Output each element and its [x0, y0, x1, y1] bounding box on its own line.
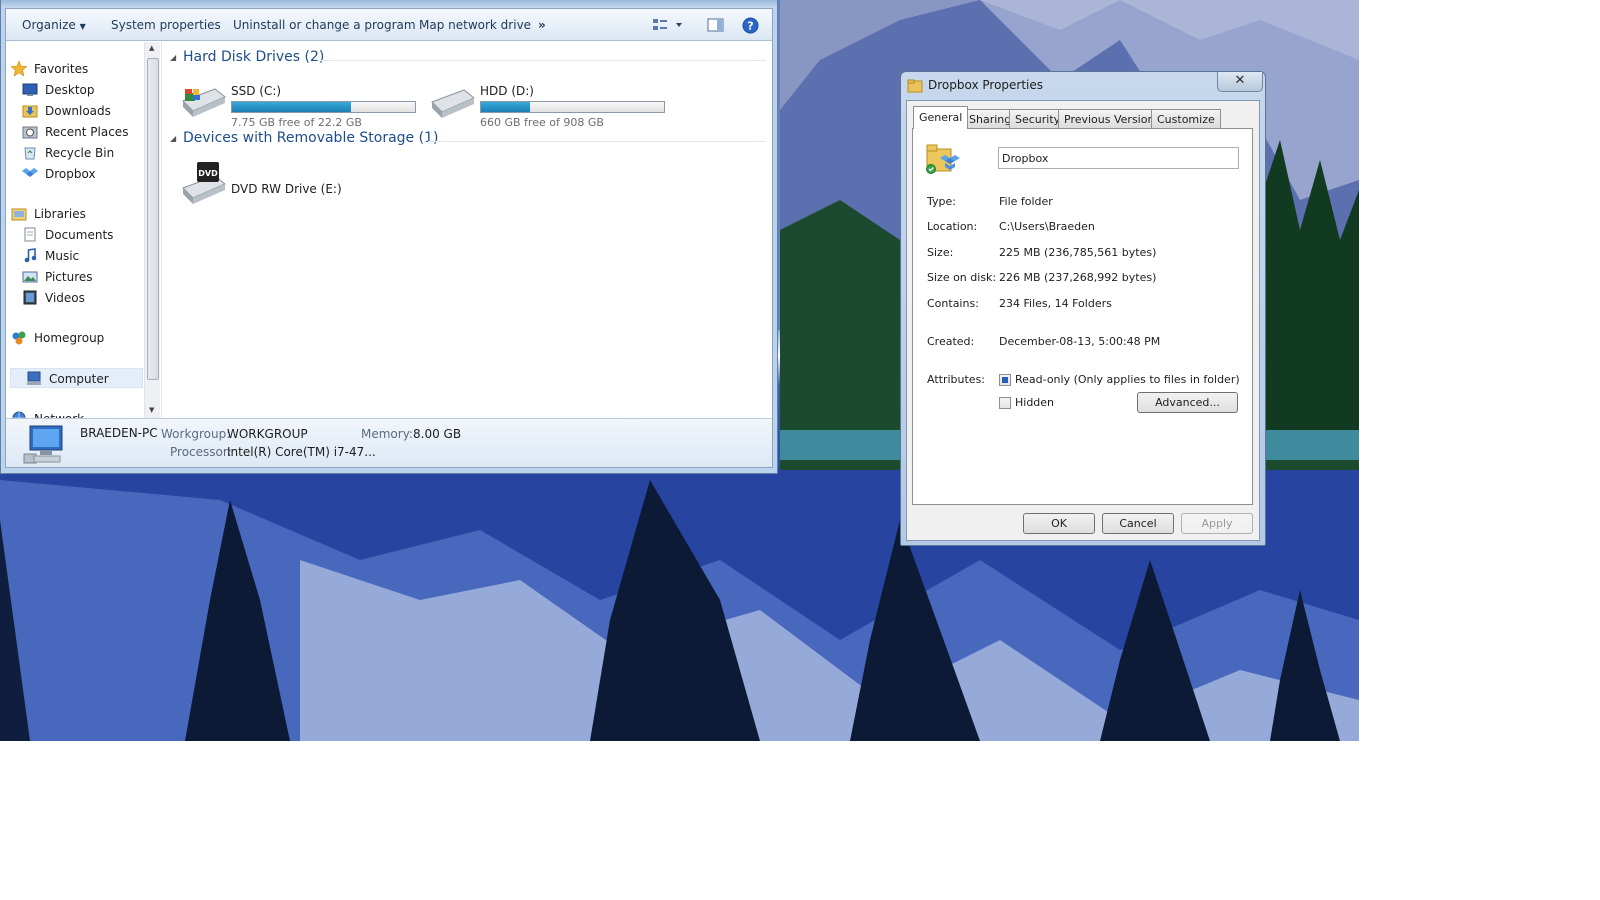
- removable-storage-header[interactable]: Devices with Removable Storage (1): [183, 130, 438, 146]
- apply-button[interactable]: Apply: [1181, 513, 1253, 534]
- size-label: Size:: [927, 246, 954, 259]
- pc-name: BRAEDEN-PC: [80, 426, 158, 440]
- dropbox-properties-dialog: Dropbox Properties ✕ General Sharing Sec…: [900, 71, 1266, 546]
- collapse-triangle-icon[interactable]: ◢: [170, 53, 176, 62]
- general-tab-panel: Type: File folder Location: C:\Users\Bra…: [912, 128, 1253, 505]
- created-value: December-08-13, 5:00:48 PM: [999, 335, 1161, 348]
- type-label: Type:: [927, 195, 956, 208]
- workgroup-value: WORKGROUP: [227, 427, 308, 441]
- group-divider: [428, 141, 766, 142]
- drive-d-free: 660 GB free of 908 GB: [480, 116, 604, 129]
- dropbox-icon: [22, 166, 38, 181]
- memory-label: Memory:: [361, 427, 413, 441]
- drive-d-name[interactable]: HDD (D:): [480, 84, 534, 98]
- computer-icon: [26, 371, 42, 386]
- scroll-up-arrow-icon[interactable]: ▲: [149, 44, 154, 52]
- music-icon: [22, 248, 38, 263]
- drive-c-name[interactable]: SSD (C:): [231, 84, 281, 98]
- tab-customize[interactable]: Customize: [1151, 109, 1221, 128]
- dvd-drive-name[interactable]: DVD RW Drive (E:): [231, 182, 342, 196]
- desktop-icon: [22, 82, 38, 97]
- advanced-button[interactable]: Advanced...: [1137, 392, 1238, 413]
- hard-drive-icon[interactable]: [428, 86, 476, 125]
- chevron-down-icon: ▼: [79, 22, 86, 31]
- tab-previous-versions[interactable]: Previous Versions: [1058, 109, 1167, 128]
- group-divider: [318, 60, 766, 61]
- memory-value: 8.00 GB: [413, 427, 462, 441]
- pictures-icon: [22, 269, 38, 284]
- separator: [927, 358, 1238, 359]
- scroll-down-arrow-icon[interactable]: ▼: [149, 406, 154, 414]
- processor-value: Intel(R) Core(TM) i7-47...: [227, 445, 376, 459]
- command-bar: Organize ▼ System properties Uninstall o…: [6, 9, 772, 41]
- contains-value: 234 Files, 14 Folders: [999, 297, 1112, 310]
- drive-c-usage-fill: [232, 102, 351, 112]
- hard-drive-icon[interactable]: [179, 79, 227, 126]
- hard-disk-drives-header[interactable]: Hard Disk Drives (2): [183, 49, 324, 65]
- star-icon: [10, 60, 28, 77]
- map-network-drive-button[interactable]: Map network drive: [419, 18, 531, 32]
- explorer-window: Organize ▼ System properties Uninstall o…: [0, 0, 778, 474]
- dropbox-folder-icon: [925, 141, 961, 178]
- downloads-folder-icon: [22, 103, 38, 118]
- created-label: Created:: [927, 335, 975, 348]
- dialog-title: Dropbox Properties: [928, 78, 1044, 92]
- uninstall-program-button[interactable]: Uninstall or change a program: [233, 18, 416, 32]
- dvd-drive-icon[interactable]: DVD: [179, 158, 227, 209]
- hidden-checkbox[interactable]: [999, 397, 1011, 409]
- size-value: 225 MB (236,785,561 bytes): [999, 246, 1157, 259]
- contains-label: Contains:: [927, 297, 979, 310]
- folder-icon: [907, 78, 923, 96]
- close-button[interactable]: ✕: [1217, 72, 1263, 92]
- homegroup-icon: [11, 330, 27, 345]
- processor-label: Processor:: [170, 445, 232, 459]
- ok-button[interactable]: OK: [1023, 513, 1095, 534]
- organize-button[interactable]: Organize ▼: [22, 18, 86, 32]
- nav-computer[interactable]: Computer: [10, 368, 143, 388]
- explorer-titlebar[interactable]: [1, 0, 777, 8]
- type-value: File folder: [999, 195, 1053, 208]
- separator: [927, 320, 1238, 321]
- folder-name-input[interactable]: [998, 147, 1239, 169]
- drive-c-free: 7.75 GB free of 22.2 GB: [231, 116, 362, 129]
- computer-icon: [22, 424, 68, 467]
- libraries-icon: [11, 206, 27, 221]
- location-value: C:\Users\Braeden: [999, 220, 1095, 233]
- dvd-badge-text: DVD: [198, 169, 218, 178]
- separator: [927, 180, 1238, 181]
- location-label: Location:: [927, 220, 978, 233]
- details-pane: BRAEDEN-PC Workgroup: WORKGROUP Memory: …: [6, 418, 772, 467]
- svg-text:?: ?: [747, 20, 753, 33]
- system-properties-button[interactable]: System properties: [111, 18, 221, 32]
- attributes-label: Attributes:: [927, 373, 986, 386]
- hidden-label[interactable]: Hidden: [1015, 396, 1054, 409]
- drive-c-usage-bar: [231, 101, 416, 113]
- nav-scrollbar[interactable]: ▲ ▼: [144, 42, 160, 418]
- drive-d-usage-fill: [481, 102, 531, 112]
- content-pane: ◢ Hard Disk Drives (2) SSD (C:) 7.75 GB …: [161, 42, 772, 418]
- explorer-client-area: Organize ▼ System properties Uninstall o…: [5, 8, 773, 468]
- readonly-checkbox[interactable]: [999, 374, 1011, 386]
- recycle-bin-icon: [22, 145, 38, 160]
- nav-scrollbar-thumb[interactable]: [147, 58, 159, 380]
- collapse-triangle-icon[interactable]: ◢: [170, 134, 176, 143]
- more-commands-button[interactable]: »: [538, 18, 546, 32]
- documents-icon: [22, 227, 38, 242]
- cancel-button[interactable]: Cancel: [1102, 513, 1174, 534]
- tab-general[interactable]: General: [913, 106, 969, 129]
- help-icon[interactable]: ?: [742, 17, 759, 37]
- navigation-pane: Favorites Desktop Downloads Recent Place…: [6, 42, 160, 426]
- close-icon: ✕: [1234, 73, 1246, 88]
- drive-d-usage-bar: [480, 101, 665, 113]
- size-on-disk-label: Size on disk:: [927, 271, 997, 284]
- preview-pane-icon[interactable]: [707, 17, 724, 36]
- view-options-icon[interactable]: [652, 17, 684, 36]
- videos-icon: [22, 290, 38, 305]
- dialog-body: General Sharing Security Previous Versio…: [906, 100, 1260, 541]
- recent-places-icon: [22, 124, 38, 139]
- readonly-label[interactable]: Read-only (Only applies to files in fold…: [1015, 373, 1240, 386]
- workgroup-label: Workgroup:: [161, 427, 231, 441]
- size-on-disk-value: 226 MB (237,268,992 bytes): [999, 271, 1157, 284]
